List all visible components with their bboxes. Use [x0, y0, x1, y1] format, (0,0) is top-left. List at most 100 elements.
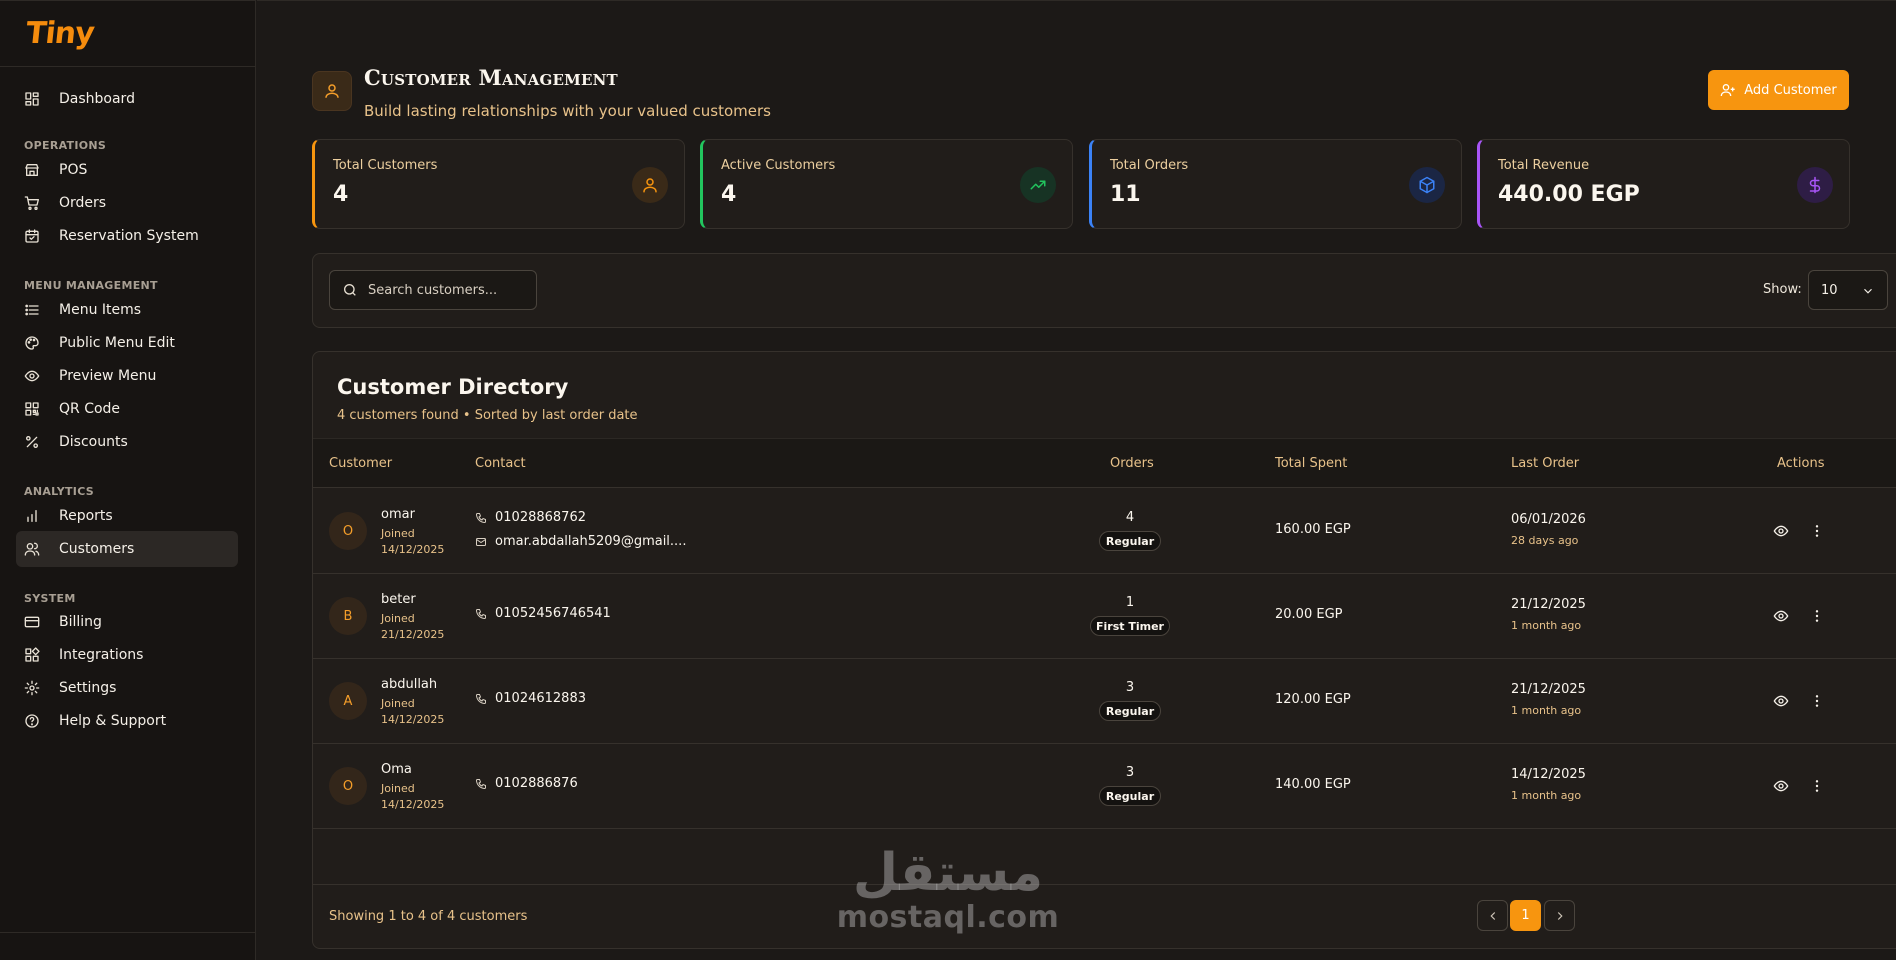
page-size-value: 10: [1821, 282, 1838, 298]
sidebar-item-label: Dashboard: [59, 91, 135, 107]
eye-icon: [1773, 524, 1789, 543]
add-customer-label: Add Customer: [1744, 82, 1837, 98]
sidebar-divider: [0, 932, 256, 933]
last-order-date: 06/01/2026: [1511, 512, 1586, 527]
last-order-relative: 1 month ago: [1511, 789, 1582, 802]
phone-icon: [475, 608, 486, 619]
user-icon: [632, 167, 668, 203]
eye-icon: [1773, 779, 1789, 798]
phone-number: 0102886876: [495, 776, 578, 791]
customer-name[interactable]: beter: [381, 592, 416, 607]
view-customer-button[interactable]: [1773, 523, 1789, 539]
customer-name[interactable]: omar: [381, 507, 415, 522]
percent-icon: [24, 434, 40, 450]
sidebar-item-customers[interactable]: Customers: [16, 531, 238, 567]
phone-number: 01052456746541: [495, 606, 611, 621]
last-order-date: 14/12/2025: [1511, 767, 1586, 782]
orders-count: 3: [1125, 680, 1135, 695]
sidebar-item-dashboard[interactable]: Dashboard: [16, 81, 238, 117]
joined-label: Joined: [381, 697, 415, 710]
page-button-current[interactable]: 1: [1510, 900, 1541, 931]
watermark-latin: mostaql.com: [836, 900, 1060, 935]
logo-area: Tiny: [0, 1, 255, 67]
qr-code-icon: [24, 401, 40, 417]
customer-type-badge: Regular: [1099, 531, 1161, 551]
phone-icon: [475, 512, 486, 523]
column-header-customer[interactable]: Customer: [329, 456, 392, 471]
avatar: O: [329, 767, 367, 805]
calendar-icon: [24, 228, 40, 244]
sidebar-item-public-menu-edit[interactable]: Public Menu Edit: [16, 325, 238, 361]
table-header: Customer Contact Orders Total Spent Last…: [313, 438, 1896, 488]
column-header-total-spent[interactable]: Total Spent: [1275, 456, 1347, 471]
sidebar-item-menu-items[interactable]: Menu Items: [16, 292, 238, 328]
pagination-summary: Showing 1 to 4 of 4 customers: [329, 909, 528, 924]
sidebar-item-reservation-system[interactable]: Reservation System: [16, 218, 238, 254]
more-actions-button[interactable]: [1809, 778, 1825, 794]
sidebar-item-preview-menu[interactable]: Preview Menu: [16, 358, 238, 394]
contact-phone: 01024612883: [475, 691, 586, 706]
customer-name[interactable]: Oma: [381, 762, 412, 777]
customer-name[interactable]: abdullah: [381, 677, 437, 692]
sidebar-item-discounts[interactable]: Discounts: [16, 424, 238, 460]
view-customer-button[interactable]: [1773, 693, 1789, 709]
prev-page-button[interactable]: [1477, 900, 1508, 931]
sidebar-item-integrations[interactable]: Integrations: [16, 637, 238, 673]
add-customer-button[interactable]: Add Customer: [1708, 70, 1849, 110]
sidebar-item-label: Customers: [59, 541, 135, 557]
sidebar-item-label: Orders: [59, 195, 107, 211]
more-actions-button[interactable]: [1809, 608, 1825, 624]
sidebar-item-orders[interactable]: Orders: [16, 185, 238, 221]
filter-bar: Show: 10: [312, 253, 1896, 328]
column-header-orders[interactable]: Orders: [1110, 456, 1154, 471]
more-actions-button[interactable]: [1809, 693, 1825, 709]
table-row[interactable]: Aabdullah Joined 14/12/2025 01024612883 3 Reg…: [313, 659, 1896, 744]
table-row[interactable]: Oomar Joined 14/12/2025 01028868762 omar.abd…: [313, 489, 1896, 574]
search-input[interactable]: [368, 282, 528, 298]
next-page-button[interactable]: [1544, 900, 1575, 931]
show-label: Show:: [1763, 282, 1802, 297]
table-row[interactable]: Bbeter Joined 21/12/2025 01052456746541 1 Fir…: [313, 574, 1896, 659]
column-header-contact[interactable]: Contact: [475, 456, 526, 471]
phone-number: 01024612883: [495, 691, 586, 706]
sidebar-item-help-support[interactable]: Help & Support: [16, 703, 238, 739]
search-box[interactable]: [329, 270, 537, 310]
sidebar-item-label: Settings: [59, 680, 117, 696]
nav-section-menu-management: MENU MANAGEMENT: [24, 279, 158, 292]
joined-label: Joined: [381, 612, 415, 625]
watermark-arabic: مستقل: [852, 843, 1044, 903]
phone-icon: [475, 693, 486, 704]
more-vertical-icon: [1809, 779, 1825, 798]
sidebar-item-label: Reports: [59, 508, 113, 524]
avatar: A: [329, 682, 367, 720]
stat-card-total-revenue: Total Revenue 440.00 EGP: [1477, 139, 1850, 229]
sidebar-item-billing[interactable]: Billing: [16, 604, 238, 640]
view-customer-button[interactable]: [1773, 778, 1789, 794]
sidebar-item-label: Billing: [59, 614, 102, 630]
directory-subtitle: 4 customers found • Sorted by last order…: [337, 408, 638, 423]
stat-value: 11: [1110, 182, 1141, 207]
sidebar-item-pos[interactable]: POS: [16, 152, 238, 188]
nav-section-operations: OPERATIONS: [24, 139, 107, 152]
integrations-icon: [24, 647, 40, 663]
page-size-select[interactable]: 10: [1808, 270, 1888, 310]
column-header-last-order[interactable]: Last Order: [1511, 456, 1579, 471]
view-customer-button[interactable]: [1773, 608, 1789, 624]
mail-icon: [476, 537, 486, 546]
stat-label: Active Customers: [721, 158, 836, 173]
nav-section-analytics: ANALYTICS: [24, 485, 94, 498]
brand-logo[interactable]: Tiny: [24, 16, 95, 51]
user-plus-icon: [1720, 84, 1735, 97]
sidebar-item-reports[interactable]: Reports: [16, 498, 238, 534]
table-row[interactable]: O Oma Joined 14/12/2025 0102886876 3 Regular 14…: [313, 744, 1896, 829]
customer-type-badge: Regular: [1099, 786, 1161, 806]
avatar: B: [329, 597, 367, 635]
last-order-date: 21/12/2025: [1511, 597, 1586, 612]
joined-date: 14/12/2025: [381, 713, 445, 726]
contact-phone: 01052456746541: [475, 606, 611, 621]
sidebar-item-qr-code[interactable]: QR Code: [16, 391, 238, 427]
page-subtitle: Build lasting relationships with your va…: [364, 102, 771, 120]
sidebar-item-settings[interactable]: Settings: [16, 670, 238, 706]
more-actions-button[interactable]: [1809, 523, 1825, 539]
phone-number: 01028868762: [495, 510, 586, 525]
